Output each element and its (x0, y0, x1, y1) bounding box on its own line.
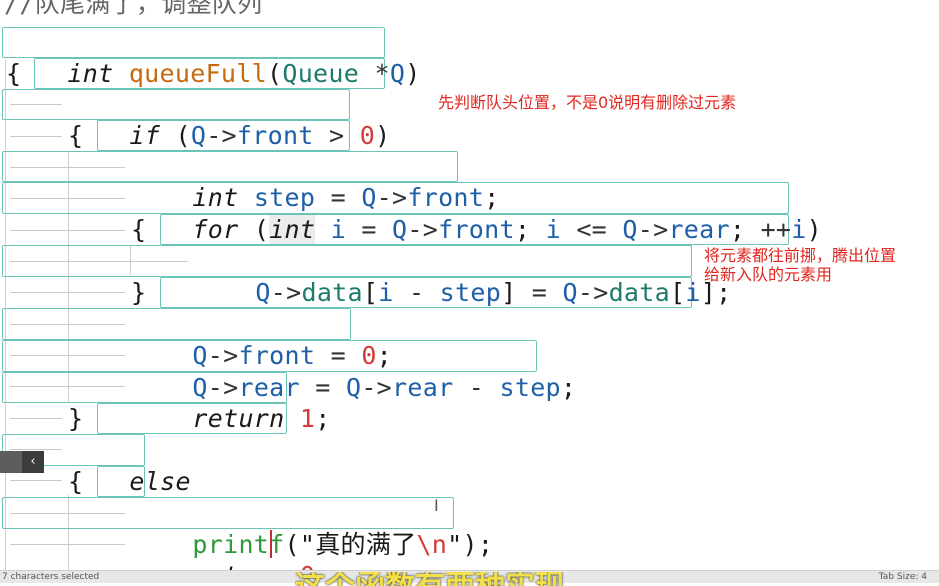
code-line-else: else (129, 467, 191, 496)
collapse-panel-button[interactable]: ‹ (0, 451, 44, 473)
whitespace-guide (10, 544, 125, 545)
annotation-check-front: 先判断队头位置，不是0说明有删除过元素 (438, 93, 737, 112)
code-line-open-brace: { (68, 121, 84, 150)
code-comment: //队尾满了，调整队列 (4, 0, 263, 18)
code-line-return-1: return 1; (192, 404, 331, 433)
code-line-for: for (int i = Q->front; i <= Q->rear; ++i… (192, 215, 822, 244)
whitespace-guide (10, 355, 125, 356)
annotation-shift-line-1: 将元素都往前挪，腾出位置 (704, 246, 897, 265)
code-line-return-0: return 0; (131, 529, 331, 570)
ibeam-cursor-icon: I (434, 496, 439, 515)
whitespace-guide (10, 198, 125, 199)
annotation-shift-line-2: 给新入队的元素用 (704, 265, 833, 284)
code-line-reset-front: Q->front = 0; (192, 341, 393, 370)
whitespace-guide (10, 136, 62, 137)
text-cursor-icon (270, 530, 272, 558)
code-line-open-brace: { (68, 467, 84, 496)
code-line-open-brace: { (131, 215, 147, 244)
whitespace-guide (10, 324, 125, 325)
code-editor[interactable]: //队尾满了，调整队列 int queueFull(Queue *Q) { if… (0, 0, 939, 570)
whitespace-guide (10, 449, 62, 450)
whitespace-guide (10, 230, 125, 231)
code-line-printf: printf("真的满了\n"); (192, 530, 494, 559)
code-line-close-brace: } (131, 278, 147, 307)
whitespace-guide (10, 418, 62, 419)
code-line-close-brace: } (68, 404, 84, 433)
code-line-function-signature: int queueFull(Queue *Q) (67, 59, 421, 88)
tab-size-indicator[interactable]: Tab Size: 4 (879, 571, 927, 583)
code-line-open-brace: { (6, 59, 22, 88)
chevron-left-icon[interactable]: ‹ (22, 451, 44, 473)
whitespace-guide (10, 386, 125, 387)
code-line-shift-data: Q->data[i - step] = Q->data[i]; (255, 278, 732, 307)
video-subtitle: 这个函数有两种实现 (295, 572, 655, 586)
code-line-update-rear: Q->rear = Q->rear - step; (192, 373, 577, 402)
whitespace-guide (10, 292, 125, 293)
whitespace-guide (10, 480, 62, 481)
code-line-if: if (Q->front > 0) (129, 121, 391, 150)
indent-guide (68, 152, 69, 402)
indent-guide (5, 60, 6, 570)
selection-status: 7 characters selected (2, 572, 100, 582)
code-line-step-decl: int step = Q->front; (192, 183, 500, 212)
